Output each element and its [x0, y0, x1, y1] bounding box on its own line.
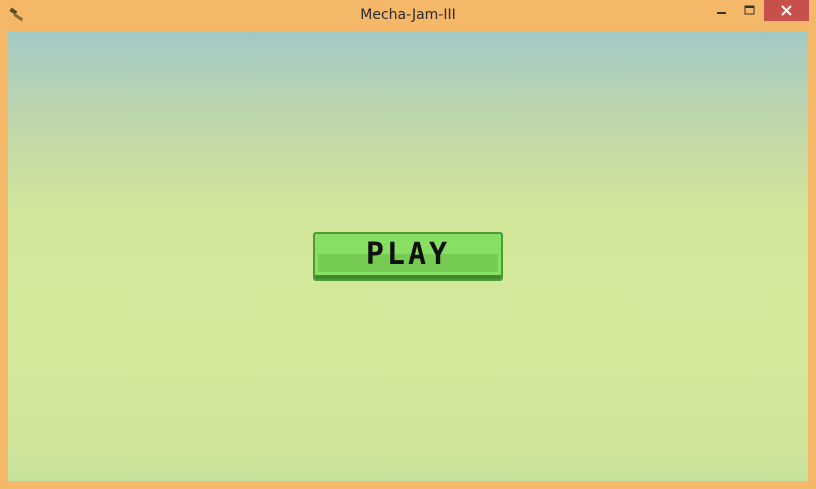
minimize-button[interactable] — [707, 0, 736, 21]
title-bar[interactable]: Mecha-Jam-III — [0, 0, 816, 30]
game-canvas: PLAY — [8, 31, 808, 481]
play-button[interactable]: PLAY — [313, 232, 503, 281]
close-button[interactable] — [764, 0, 809, 21]
hammer-icon[interactable] — [9, 7, 27, 23]
play-button-label: PLAY — [365, 237, 451, 272]
game-window: Mecha-Jam-III PLAY — [0, 0, 816, 489]
window-title: Mecha-Jam-III — [360, 7, 456, 23]
maximize-button[interactable] — [736, 0, 763, 21]
